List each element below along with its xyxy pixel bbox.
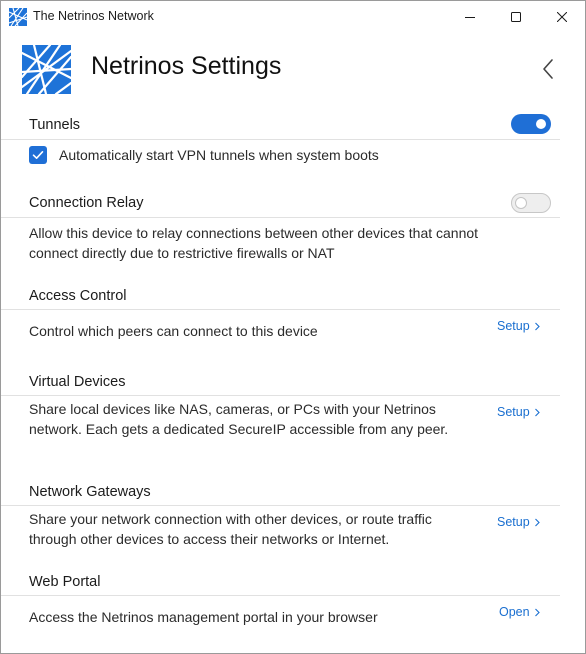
window-title: The Netrinos Network xyxy=(33,9,154,23)
minimize-icon xyxy=(465,16,475,18)
chevron-left-icon[interactable] xyxy=(536,57,560,81)
access-control-setup-link[interactable]: Setup xyxy=(497,319,541,333)
virtual-devices-title: Virtual Devices xyxy=(29,374,126,390)
virtual-devices-setup-link[interactable]: Setup xyxy=(497,405,541,419)
maximize-icon xyxy=(511,11,521,22)
web-portal-title: Web Portal xyxy=(29,574,101,590)
access-control-title: Access Control xyxy=(29,288,127,304)
netrinos-logo-icon xyxy=(22,45,71,94)
chevron-right-icon xyxy=(534,518,540,526)
connection-relay-title: Connection Relay xyxy=(29,195,144,211)
open-label: Open xyxy=(499,605,530,619)
tunnels-title: Tunnels xyxy=(29,117,81,133)
auto-start-label[interactable]: Automatically start VPN tunnels when sys… xyxy=(59,147,379,163)
close-icon xyxy=(557,11,567,22)
web-portal-description: Access the Netrinos management portal in… xyxy=(29,609,378,625)
maximize-button[interactable] xyxy=(493,1,539,32)
chevron-right-icon xyxy=(534,322,540,330)
connection-relay-description: Allow this device to relay connections b… xyxy=(29,225,479,261)
divider xyxy=(1,595,560,596)
setup-label: Setup xyxy=(497,515,530,529)
minimize-button[interactable] xyxy=(447,1,493,32)
chevron-right-icon xyxy=(534,608,540,616)
divider xyxy=(1,309,560,310)
page-title: Netrinos Settings xyxy=(91,52,282,80)
setup-label: Setup xyxy=(497,405,530,419)
network-gateways-setup-link[interactable]: Setup xyxy=(497,515,541,529)
checkmark-icon xyxy=(32,151,44,159)
web-portal-open-link[interactable]: Open xyxy=(499,605,541,619)
app-window: The Netrinos Network Netrinos Settings T… xyxy=(0,0,586,654)
auto-start-checkbox[interactable] xyxy=(29,146,47,164)
chevron-right-icon xyxy=(534,408,540,416)
netrinos-logo-icon xyxy=(9,8,27,26)
tunnels-toggle[interactable] xyxy=(511,114,551,134)
toggle-knob xyxy=(536,119,546,129)
divider xyxy=(1,217,560,218)
divider xyxy=(1,395,560,396)
close-button[interactable] xyxy=(539,1,585,32)
access-control-description: Control which peers can connect to this … xyxy=(29,323,318,339)
network-gateways-description: Share your network connection with other… xyxy=(29,511,432,547)
setup-label: Setup xyxy=(497,319,530,333)
virtual-devices-description: Share local devices like NAS, cameras, o… xyxy=(29,401,449,437)
network-gateways-title: Network Gateways xyxy=(29,484,151,500)
toggle-knob xyxy=(515,197,527,209)
connection-relay-toggle[interactable] xyxy=(511,193,551,213)
divider xyxy=(1,505,560,506)
divider xyxy=(1,139,560,140)
title-bar[interactable]: The Netrinos Network xyxy=(1,1,585,32)
